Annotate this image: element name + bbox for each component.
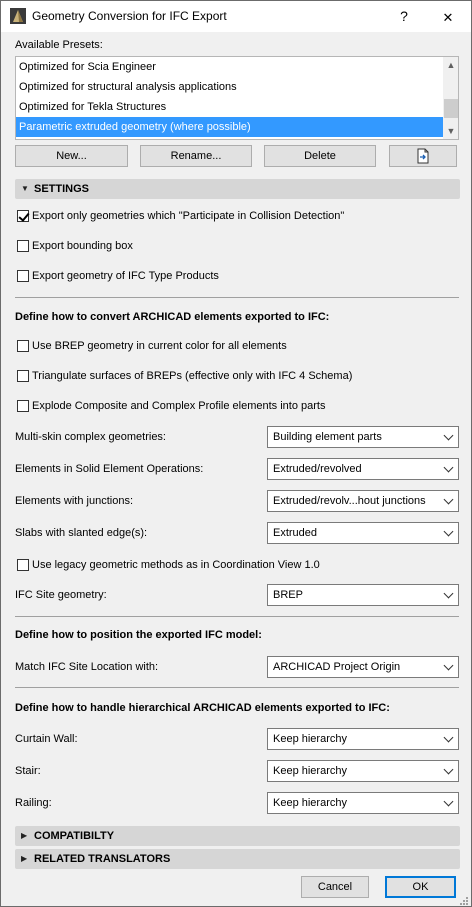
compatibility-section-header[interactable]: ▶ COMPATIBILTY bbox=[15, 826, 460, 846]
collision-detection-checkbox[interactable] bbox=[17, 210, 29, 222]
curtain-wall-value: Keep hierarchy bbox=[273, 733, 347, 745]
window-title: Geometry Conversion for IFC Export bbox=[32, 9, 227, 23]
help-button[interactable]: ? bbox=[389, 3, 419, 29]
railing-label: Railing: bbox=[15, 797, 52, 809]
legacy-methods-label: Use legacy geometric methods as in Coord… bbox=[32, 559, 320, 571]
brep-color-checkbox[interactable] bbox=[17, 340, 29, 352]
preset-item[interactable]: Optimized for Scia Engineer bbox=[16, 57, 443, 77]
dialog-window: Geometry Conversion for IFC Export ? Ava… bbox=[0, 0, 472, 907]
chevron-down-icon bbox=[443, 430, 454, 441]
scroll-thumb[interactable] bbox=[444, 99, 458, 118]
title-bar[interactable]: Geometry Conversion for IFC Export ? bbox=[1, 1, 471, 32]
curtain-wall-label: Curtain Wall: bbox=[15, 733, 78, 745]
chevron-down-icon bbox=[443, 462, 454, 473]
bounding-box-checkbox[interactable] bbox=[17, 240, 29, 252]
legacy-methods-checkbox[interactable] bbox=[17, 559, 29, 571]
chevron-down-icon bbox=[443, 796, 454, 807]
seo-dropdown[interactable]: Extruded/revolved bbox=[267, 458, 459, 480]
preset-item-selected[interactable]: Parametric extruded geometry (where poss… bbox=[16, 117, 443, 137]
scroll-down-icon[interactable]: ▼ bbox=[443, 123, 458, 139]
ok-button[interactable]: OK bbox=[385, 876, 456, 898]
preset-item[interactable]: Optimized for structural analysis applic… bbox=[16, 77, 443, 97]
divider bbox=[15, 297, 459, 298]
triangulate-label: Triangulate surfaces of BREPs (effective… bbox=[32, 370, 353, 382]
resize-grip-icon[interactable] bbox=[459, 896, 469, 906]
seo-label: Elements in Solid Element Operations: bbox=[15, 463, 204, 475]
multi-skin-dropdown[interactable]: Building element parts bbox=[267, 426, 459, 448]
junctions-label: Elements with junctions: bbox=[15, 495, 133, 507]
settings-header-label: SETTINGS bbox=[34, 183, 90, 195]
slabs-dropdown[interactable]: Extruded bbox=[267, 522, 459, 544]
position-heading: Define how to position the exported IFC … bbox=[15, 629, 262, 641]
brep-color-label: Use BREP geometry in current color for a… bbox=[32, 340, 287, 352]
explode-composite-checkbox[interactable] bbox=[17, 400, 29, 412]
type-products-label: Export geometry of IFC Type Products bbox=[32, 270, 219, 282]
junctions-value: Extruded/revolv...hout junctions bbox=[273, 495, 426, 507]
chevron-down-icon bbox=[443, 494, 454, 505]
chevron-down-icon bbox=[443, 588, 454, 599]
expand-arrow-icon: ▶ bbox=[21, 831, 28, 840]
collapse-arrow-icon: ▼ bbox=[21, 184, 29, 193]
expand-arrow-icon: ▶ bbox=[21, 854, 28, 863]
slabs-value: Extruded bbox=[273, 527, 318, 539]
related-translators-header-label: RELATED TRANSLATORS bbox=[34, 853, 171, 865]
hierarchy-heading: Define how to handle hierarchical ARCHIC… bbox=[15, 702, 390, 714]
railing-value: Keep hierarchy bbox=[273, 797, 347, 809]
multi-skin-value: Building element parts bbox=[273, 431, 382, 443]
triangulate-checkbox[interactable] bbox=[17, 370, 29, 382]
divider bbox=[15, 687, 459, 688]
delete-preset-button[interactable]: Delete bbox=[264, 145, 376, 167]
railing-dropdown[interactable]: Keep hierarchy bbox=[267, 792, 459, 814]
site-geometry-value: BREP bbox=[273, 589, 303, 601]
site-location-dropdown[interactable]: ARCHICAD Project Origin bbox=[267, 656, 459, 678]
settings-section-header[interactable]: ▼ SETTINGS bbox=[15, 179, 460, 199]
chevron-down-icon bbox=[443, 732, 454, 743]
presets-list[interactable]: Optimized for Scia Engineer Optimized fo… bbox=[15, 56, 459, 140]
preset-item[interactable]: Optimized for Tekla Structures bbox=[16, 97, 443, 117]
divider bbox=[15, 616, 459, 617]
cancel-button[interactable]: Cancel bbox=[301, 876, 369, 898]
new-preset-button[interactable]: New... bbox=[15, 145, 128, 167]
seo-value: Extruded/revolved bbox=[273, 463, 362, 475]
scroll-up-icon[interactable]: ▲ bbox=[443, 57, 458, 73]
import-preset-button[interactable] bbox=[389, 145, 457, 167]
collision-detection-label: Export only geometries which "Participat… bbox=[32, 210, 345, 222]
import-file-icon bbox=[417, 148, 429, 164]
stair-value: Keep hierarchy bbox=[273, 765, 347, 777]
explode-composite-label: Explode Composite and Complex Profile el… bbox=[32, 400, 326, 412]
related-translators-section-header[interactable]: ▶ RELATED TRANSLATORS bbox=[15, 849, 460, 869]
bounding-box-label: Export bounding box bbox=[32, 240, 133, 252]
rename-preset-button[interactable]: Rename... bbox=[140, 145, 252, 167]
presets-label: Available Presets: bbox=[15, 39, 103, 51]
site-location-value: ARCHICAD Project Origin bbox=[273, 661, 401, 673]
chevron-down-icon bbox=[443, 526, 454, 537]
presets-scrollbar[interactable]: ▲ ▼ bbox=[443, 57, 458, 139]
site-geometry-label: IFC Site geometry: bbox=[15, 589, 107, 601]
chevron-down-icon bbox=[443, 764, 454, 775]
stair-label: Stair: bbox=[15, 765, 41, 777]
archicad-app-icon bbox=[10, 8, 26, 24]
close-icon[interactable] bbox=[433, 3, 463, 29]
stair-dropdown[interactable]: Keep hierarchy bbox=[267, 760, 459, 782]
slabs-label: Slabs with slanted edge(s): bbox=[15, 527, 148, 539]
junctions-dropdown[interactable]: Extruded/revolv...hout junctions bbox=[267, 490, 459, 512]
type-products-checkbox[interactable] bbox=[17, 270, 29, 282]
site-location-label: Match IFC Site Location with: bbox=[15, 661, 159, 673]
chevron-down-icon bbox=[443, 660, 454, 671]
multi-skin-label: Multi-skin complex geometries: bbox=[15, 431, 166, 443]
curtain-wall-dropdown[interactable]: Keep hierarchy bbox=[267, 728, 459, 750]
convert-heading: Define how to convert ARCHICAD elements … bbox=[15, 311, 330, 323]
site-geometry-dropdown[interactable]: BREP bbox=[267, 584, 459, 606]
compatibility-header-label: COMPATIBILTY bbox=[34, 830, 115, 842]
